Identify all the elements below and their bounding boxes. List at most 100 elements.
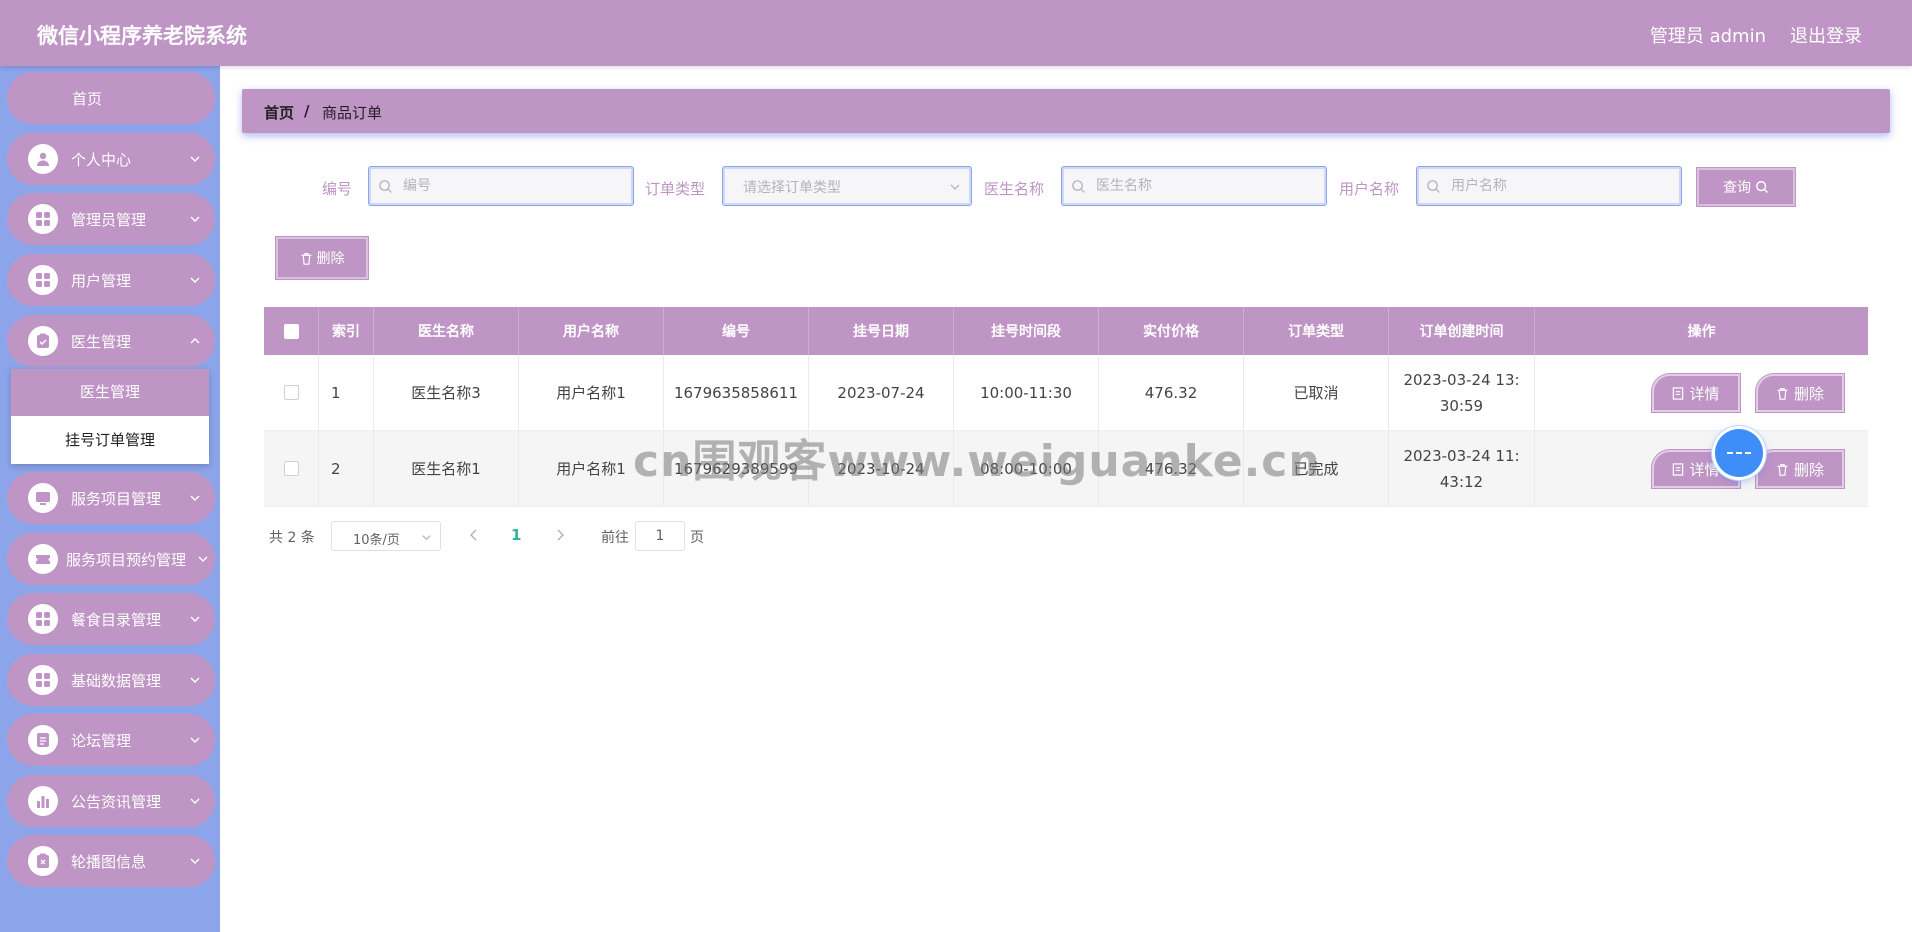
chevron-down-icon bbox=[190, 858, 200, 864]
number-label: 编号 bbox=[322, 180, 353, 198]
sidebar-item-carousel[interactable]: 轮播图信息 bbox=[7, 835, 215, 887]
chevron-down-icon bbox=[190, 737, 200, 743]
trash-icon bbox=[1777, 463, 1788, 476]
floating-assistant-button[interactable] bbox=[1715, 429, 1763, 477]
document-icon bbox=[1673, 386, 1684, 400]
number-field bbox=[368, 166, 634, 206]
cell-type: 已取消 bbox=[1244, 355, 1389, 430]
cell-doctor: 医生名称1 bbox=[374, 431, 519, 506]
bar-chart-icon bbox=[28, 786, 58, 816]
chevron-down-icon bbox=[950, 184, 960, 190]
row-checkbox[interactable] bbox=[283, 385, 299, 400]
sidebar-item-admin-management[interactable]: 管理员管理 bbox=[7, 193, 215, 245]
header-select-all bbox=[264, 307, 319, 355]
cell-created: 2023-03-24 11:43:12 bbox=[1389, 431, 1535, 506]
cell-number: 1679629389599 bbox=[664, 431, 809, 506]
doctor-submenu: 医生管理 挂号订单管理 bbox=[11, 369, 209, 464]
sidebar-item-label: 用户管理 bbox=[71, 272, 132, 290]
page-suffix: 页 bbox=[690, 530, 704, 546]
sidebar-item-label: 服务项目预约管理 bbox=[66, 551, 187, 569]
search-icon bbox=[1072, 180, 1085, 193]
sidebar-item-service-management[interactable]: 服务项目管理 bbox=[7, 472, 215, 524]
sidebar-item-user-management[interactable]: 用户管理 bbox=[7, 254, 215, 306]
breadcrumb-home[interactable]: 首页 bbox=[264, 102, 294, 123]
cell-index: 1 bbox=[319, 355, 374, 430]
column-header: 编号 bbox=[664, 307, 809, 355]
cell-number: 1679635858611 bbox=[664, 355, 809, 430]
sidebar-item-announcements[interactable]: 公告资讯管理 bbox=[7, 775, 215, 827]
table-row: 2 医生名称1 用户名称1 1679629389599 2023-10-24 0… bbox=[264, 431, 1868, 507]
submenu-item-registration-orders[interactable]: 挂号订单管理 bbox=[11, 416, 209, 464]
breadcrumb: 首页 / 商品订单 bbox=[242, 89, 1890, 133]
sidebar-item-base-data[interactable]: 基础数据管理 bbox=[7, 654, 215, 706]
chevron-down-icon bbox=[198, 556, 208, 562]
batch-delete-button[interactable]: 删除 bbox=[276, 237, 368, 279]
submenu-item-doctor-management[interactable]: 医生管理 bbox=[11, 369, 209, 416]
cell-user: 用户名称1 bbox=[519, 355, 664, 430]
cell-price: 476.32 bbox=[1099, 431, 1244, 506]
query-button-label: 查询 bbox=[1723, 179, 1751, 195]
column-header: 实付价格 bbox=[1099, 307, 1244, 355]
page-size-select[interactable]: 10条/页 bbox=[331, 521, 441, 551]
page-number-current[interactable]: 1 bbox=[511, 526, 521, 544]
chevron-down-icon bbox=[190, 616, 200, 622]
table-header: 索引 医生名称 用户名称 编号 挂号日期 挂号时间段 实付价格 订单类型 订单创… bbox=[264, 307, 1868, 355]
sidebar-item-meal-catalog[interactable]: 餐食目录管理 bbox=[7, 593, 215, 645]
row-select bbox=[264, 355, 319, 430]
doctor-name-input[interactable] bbox=[1096, 175, 1286, 197]
cell-price: 476.32 bbox=[1099, 355, 1244, 430]
search-icon bbox=[1427, 180, 1440, 193]
cell-actions: 详情 删除 bbox=[1535, 431, 1868, 506]
sidebar-item-home[interactable]: 首页 bbox=[7, 72, 215, 124]
order-type-label: 订单类型 bbox=[645, 180, 706, 198]
chevron-down-icon bbox=[190, 277, 200, 283]
clipboard-icon bbox=[28, 326, 58, 356]
search-icon bbox=[1756, 181, 1769, 194]
delete-button[interactable]: 删除 bbox=[1756, 374, 1844, 412]
chevron-down-icon bbox=[190, 677, 200, 683]
sidebar-item-label: 医生管理 bbox=[71, 333, 132, 351]
sidebar-item-label: 个人中心 bbox=[71, 151, 132, 169]
grid-icon bbox=[28, 265, 58, 295]
app-title: 微信小程序养老院系统 bbox=[37, 24, 247, 48]
column-header: 订单创建时间 bbox=[1389, 307, 1535, 355]
current-user: 管理员 admin bbox=[1649, 26, 1766, 47]
detail-button-label: 详情 bbox=[1689, 460, 1720, 479]
number-input[interactable] bbox=[403, 175, 593, 197]
sidebar-item-label: 基础数据管理 bbox=[71, 672, 162, 690]
order-type-select[interactable]: 请选择订单类型 bbox=[722, 166, 972, 206]
ticket-icon bbox=[28, 544, 58, 574]
cell-doctor: 医生名称3 bbox=[374, 355, 519, 430]
detail-button[interactable]: 详情 bbox=[1652, 374, 1740, 412]
logout-link[interactable]: 退出登录 bbox=[1790, 22, 1862, 48]
trash-icon bbox=[1777, 387, 1788, 400]
row-checkbox[interactable] bbox=[283, 461, 299, 476]
user-name-label: 用户名称 bbox=[1339, 180, 1400, 198]
chevron-down-icon bbox=[190, 495, 200, 501]
document-icon bbox=[28, 725, 58, 755]
delete-button-label: 删除 bbox=[1793, 384, 1824, 403]
chevron-right-icon[interactable] bbox=[554, 528, 566, 542]
chevron-down-icon bbox=[190, 798, 200, 804]
column-header: 挂号日期 bbox=[809, 307, 954, 355]
goto-page-input[interactable] bbox=[635, 521, 685, 551]
delete-button[interactable]: 删除 bbox=[1756, 450, 1844, 488]
cell-index: 2 bbox=[319, 431, 374, 506]
detail-button-label: 详情 bbox=[1689, 384, 1720, 403]
doctor-name-label: 医生名称 bbox=[984, 180, 1045, 198]
user-name-input[interactable] bbox=[1451, 175, 1641, 197]
user-name-field bbox=[1416, 166, 1682, 206]
sidebar-item-doctor-management[interactable]: 医生管理 bbox=[7, 315, 215, 367]
cell-created: 2023-03-24 13:30:59 bbox=[1389, 355, 1535, 430]
sidebar-item-personal-center[interactable]: 个人中心 bbox=[7, 133, 215, 185]
delete-button-label: 删除 bbox=[1793, 460, 1824, 479]
chevron-left-icon[interactable] bbox=[468, 528, 480, 542]
grid-icon bbox=[28, 604, 58, 634]
query-button[interactable]: 查询 bbox=[1697, 168, 1795, 206]
select-all-checkbox[interactable] bbox=[283, 323, 299, 339]
sidebar-item-label: 轮播图信息 bbox=[71, 853, 147, 871]
row-select bbox=[264, 431, 319, 506]
sidebar-item-service-booking[interactable]: 服务项目预约管理 bbox=[7, 533, 215, 585]
cell-actions: 详情 删除 bbox=[1535, 355, 1868, 430]
sidebar-item-forum-management[interactable]: 论坛管理 bbox=[7, 714, 215, 766]
